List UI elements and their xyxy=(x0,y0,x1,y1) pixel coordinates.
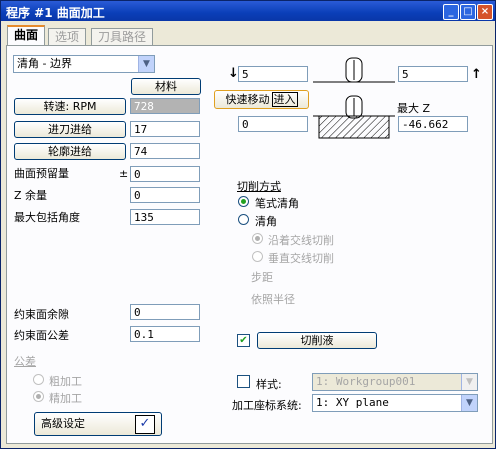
minimize-button[interactable]: _ xyxy=(443,4,459,20)
maximize-button[interactable]: □ xyxy=(460,4,476,20)
max-angle-field[interactable]: 135 xyxy=(130,209,200,225)
style-label: 样式: xyxy=(256,378,282,391)
max-z-label: 最大 Z xyxy=(397,102,431,115)
rapid-move-sub: 进入 xyxy=(271,92,298,107)
max-angle-label: 最大包括角度 xyxy=(14,211,80,224)
style-checkbox[interactable] xyxy=(237,375,250,388)
radio-along-cross[interactable] xyxy=(252,233,263,244)
tolerance-group-label: 公差 xyxy=(14,355,36,368)
spindle-speed-field[interactable]: 728 xyxy=(130,98,200,114)
feed-rate-field[interactable]: 17 xyxy=(130,121,200,137)
rapid-move-label: 快速移动 xyxy=(225,93,270,106)
step-label: 步距 xyxy=(251,271,273,284)
cut-method-label: 切削方式 xyxy=(237,180,281,193)
window-title: 程序 #1 曲面加工 xyxy=(6,6,105,20)
radio-pen-clean[interactable] xyxy=(238,196,249,207)
contour-feed-field[interactable]: 74 xyxy=(130,143,200,159)
chevron-down-icon: ▼ xyxy=(461,395,477,411)
top-left-field[interactable]: 5 xyxy=(238,66,308,82)
perp-cross-label: 垂直交线切削 xyxy=(268,252,334,265)
finish-label: 精加工 xyxy=(49,392,82,405)
radio-perp-cross[interactable] xyxy=(252,251,263,262)
constraint-tolerance-label: 约束面公差 xyxy=(14,329,69,342)
pen-clean-label: 笔式清角 xyxy=(255,197,299,210)
advanced-settings-label: 高级设定 xyxy=(41,417,85,430)
operation-select[interactable]: 清角 - 边界 ▼ xyxy=(13,55,155,73)
bottom-left-field[interactable]: 0 xyxy=(238,116,308,132)
close-button[interactable]: × xyxy=(477,4,493,20)
tool-diagram xyxy=(313,57,395,139)
rough-label: 粗加工 xyxy=(49,375,82,388)
coord-system-label: 加工座标系统: xyxy=(232,399,302,412)
coord-system-select[interactable]: 1: XY plane ▼ xyxy=(312,394,478,412)
checkbox-icon: ✓ xyxy=(135,415,155,434)
dialog-window: 程序 #1 曲面加工 _ □ × 曲面 选项 刀具路径 清角 - 边界 ▼ 材料… xyxy=(0,0,496,449)
material-button[interactable]: 材料 xyxy=(131,78,201,95)
max-z-field[interactable]: -46.662 xyxy=(398,116,468,132)
coord-system-select-value: 1: XY plane xyxy=(316,396,389,409)
spindle-speed-button[interactable]: 转速: RPM xyxy=(14,98,126,115)
constraint-clearance-field[interactable]: 0 xyxy=(130,304,200,320)
chevron-down-icon: ▼ xyxy=(461,374,477,390)
along-cross-label: 沿着交线切削 xyxy=(268,234,334,247)
z-allowance-label: Z 余量 xyxy=(14,189,48,202)
contour-feed-button[interactable]: 轮廓进给 xyxy=(14,143,126,160)
operation-select-value: 清角 - 边界 xyxy=(17,57,72,70)
tab-panel: 清角 - 边界 ▼ 材料 转速: RPM 728 进刀进给 17 轮廓进给 74… xyxy=(6,45,493,444)
radius-label: 依照半径 xyxy=(251,293,295,306)
z-allowance-field[interactable]: 0 xyxy=(130,187,200,203)
title-bar[interactable]: 程序 #1 曲面加工 _ □ × xyxy=(1,1,495,21)
top-right-field[interactable]: 5 xyxy=(398,66,468,82)
tab-toolpath[interactable]: 刀具路径 xyxy=(91,28,154,45)
radio-clean[interactable] xyxy=(238,214,249,225)
style-select-value: 1: Workgroup001 xyxy=(316,375,416,388)
plus-minus-label: ± xyxy=(119,167,129,180)
stock-label: 曲面预留量 xyxy=(14,167,69,180)
radio-finish[interactable] xyxy=(33,391,44,402)
constraint-clearance-label: 约束面余隙 xyxy=(14,308,69,321)
style-select[interactable]: 1: Workgroup001 ▼ xyxy=(312,373,478,391)
stock-field[interactable]: 0 xyxy=(130,166,200,182)
tab-options[interactable]: 选项 xyxy=(48,28,87,45)
arrow-up-icon: ↑ xyxy=(471,67,482,82)
feed-rate-button[interactable]: 进刀进给 xyxy=(14,121,126,138)
chevron-down-icon: ▼ xyxy=(138,56,154,72)
rapid-move-button[interactable]: 快速移动 进入 xyxy=(214,90,309,109)
radio-rough[interactable] xyxy=(33,374,44,385)
clean-label: 清角 xyxy=(255,215,277,228)
advanced-settings-button[interactable]: 高级设定 ✓ xyxy=(34,412,162,436)
coolant-checkbox[interactable]: ✔ xyxy=(237,334,250,347)
coolant-button[interactable]: 切削液 xyxy=(257,332,377,349)
constraint-tolerance-field[interactable]: 0.1 xyxy=(130,326,200,342)
tab-surface[interactable]: 曲面 xyxy=(7,25,46,47)
